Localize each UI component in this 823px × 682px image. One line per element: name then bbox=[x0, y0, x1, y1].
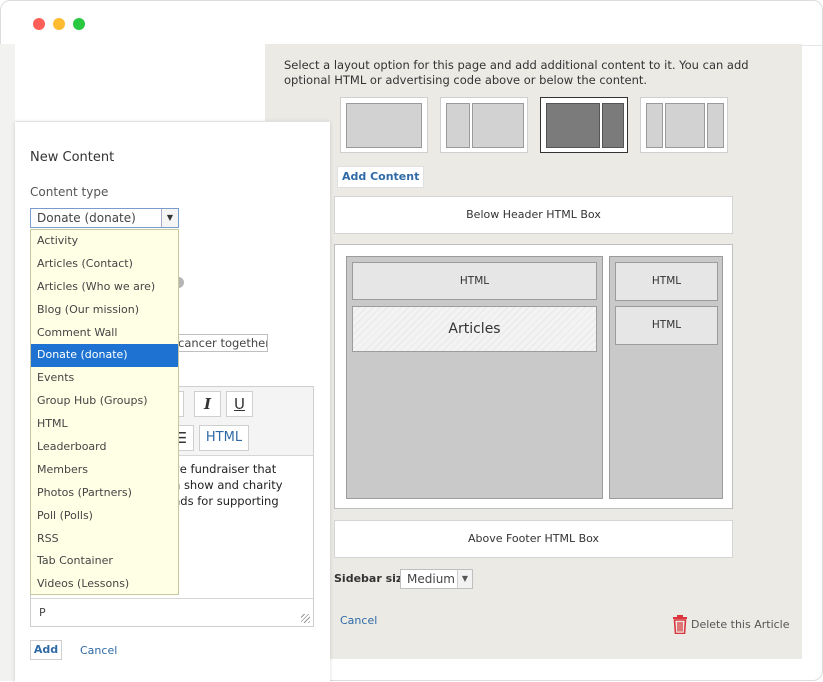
add-button[interactable]: Add bbox=[30, 640, 62, 660]
italic-icon: I bbox=[203, 395, 212, 413]
layout-option-full-width[interactable] bbox=[340, 97, 428, 153]
dropdown-option[interactable]: Photos (Partners) bbox=[31, 482, 178, 505]
layout-block bbox=[665, 103, 705, 148]
sidebar-size-select[interactable]: Medium ▼ bbox=[400, 569, 473, 589]
delete-article-link[interactable]: Delete this Article bbox=[691, 618, 790, 631]
sidebar-html-box-2[interactable]: HTML bbox=[615, 306, 718, 345]
italic-button[interactable]: I bbox=[194, 391, 221, 417]
close-window-icon[interactable] bbox=[33, 18, 45, 30]
title-input-value: cancer together! bbox=[178, 336, 268, 350]
underline-button[interactable]: U bbox=[226, 391, 253, 417]
html-mode-label: HTML bbox=[205, 430, 243, 445]
articles-box[interactable]: Articles bbox=[352, 306, 597, 352]
editor-status-bar: P bbox=[31, 598, 313, 626]
layout-block bbox=[546, 103, 600, 148]
sidebar-size-value: Medium bbox=[407, 572, 455, 586]
dropdown-option[interactable]: Articles (Contact) bbox=[31, 253, 178, 276]
dropdown-option[interactable]: Tab Container bbox=[31, 550, 178, 573]
add-content-button[interactable]: Add Content bbox=[337, 166, 425, 188]
trash-icon[interactable] bbox=[672, 615, 688, 638]
dropdown-option-selected[interactable]: Donate (donate) bbox=[31, 344, 178, 368]
panel-title: New Content bbox=[30, 150, 115, 165]
left-gutter bbox=[0, 44, 15, 681]
main-html-box[interactable]: HTML bbox=[352, 262, 597, 300]
below-header-html-box[interactable]: Below Header HTML Box bbox=[334, 196, 733, 234]
layout-option-two-sidebars[interactable] bbox=[640, 97, 728, 153]
sidebar-html-box-1[interactable]: HTML bbox=[615, 262, 718, 301]
layout-block bbox=[646, 103, 663, 148]
chevron-down-icon: ▼ bbox=[457, 570, 472, 588]
maximize-window-icon[interactable] bbox=[73, 18, 85, 30]
title-bar bbox=[1, 1, 822, 46]
dropdown-option[interactable]: Videos (Lessons) bbox=[31, 573, 178, 596]
content-type-value: Donate (donate) bbox=[37, 211, 136, 225]
layout-block bbox=[346, 103, 422, 148]
layout-block bbox=[472, 103, 524, 148]
layout-option-sidebar-right[interactable] bbox=[540, 97, 628, 153]
panel-cancel-link[interactable]: Cancel bbox=[80, 644, 117, 657]
layout-preview: HTML Articles HTML HTML bbox=[334, 244, 733, 509]
resize-handle-icon[interactable] bbox=[301, 614, 310, 623]
sidebar-column: HTML HTML bbox=[609, 256, 723, 499]
underline-icon: U bbox=[234, 395, 245, 413]
dropdown-option[interactable]: Activity bbox=[31, 230, 178, 253]
main-column: HTML Articles bbox=[346, 256, 603, 499]
chevron-down-icon: ▼ bbox=[161, 209, 178, 227]
dropdown-option[interactable]: Blog (Our mission) bbox=[31, 299, 178, 322]
dropdown-option[interactable]: HTML bbox=[31, 413, 178, 436]
cancel-link[interactable]: Cancel bbox=[340, 614, 377, 627]
dropdown-option[interactable]: Comment Wall bbox=[31, 322, 178, 345]
dropdown-option[interactable]: Leaderboard bbox=[31, 436, 178, 459]
content-type-dropdown: Activity Articles (Contact) Articles (Wh… bbox=[30, 229, 179, 595]
dropdown-option[interactable]: Group Hub (Groups) bbox=[31, 390, 178, 413]
content-type-label: Content type bbox=[30, 185, 109, 199]
dropdown-option[interactable]: Poll (Polls) bbox=[31, 505, 178, 528]
element-path: P bbox=[39, 606, 46, 619]
dropdown-option[interactable]: Events bbox=[31, 367, 178, 390]
dropdown-option[interactable]: Members bbox=[31, 459, 178, 482]
above-footer-html-box[interactable]: Above Footer HTML Box bbox=[334, 520, 733, 558]
layout-block bbox=[602, 103, 624, 148]
content-type-select[interactable]: Donate (donate) ▼ bbox=[30, 208, 179, 228]
layout-block bbox=[446, 103, 470, 148]
layout-block bbox=[707, 103, 724, 148]
html-button[interactable]: HTML bbox=[199, 425, 249, 451]
layout-instructions: Select a layout option for this page and… bbox=[284, 58, 749, 87]
minimize-window-icon[interactable] bbox=[53, 18, 65, 30]
dropdown-option[interactable]: RSS bbox=[31, 528, 178, 551]
layout-option-sidebar-left[interactable] bbox=[440, 97, 528, 153]
dropdown-option[interactable]: Articles (Who we are) bbox=[31, 276, 178, 299]
title-input[interactable]: cancer together! bbox=[178, 334, 268, 352]
